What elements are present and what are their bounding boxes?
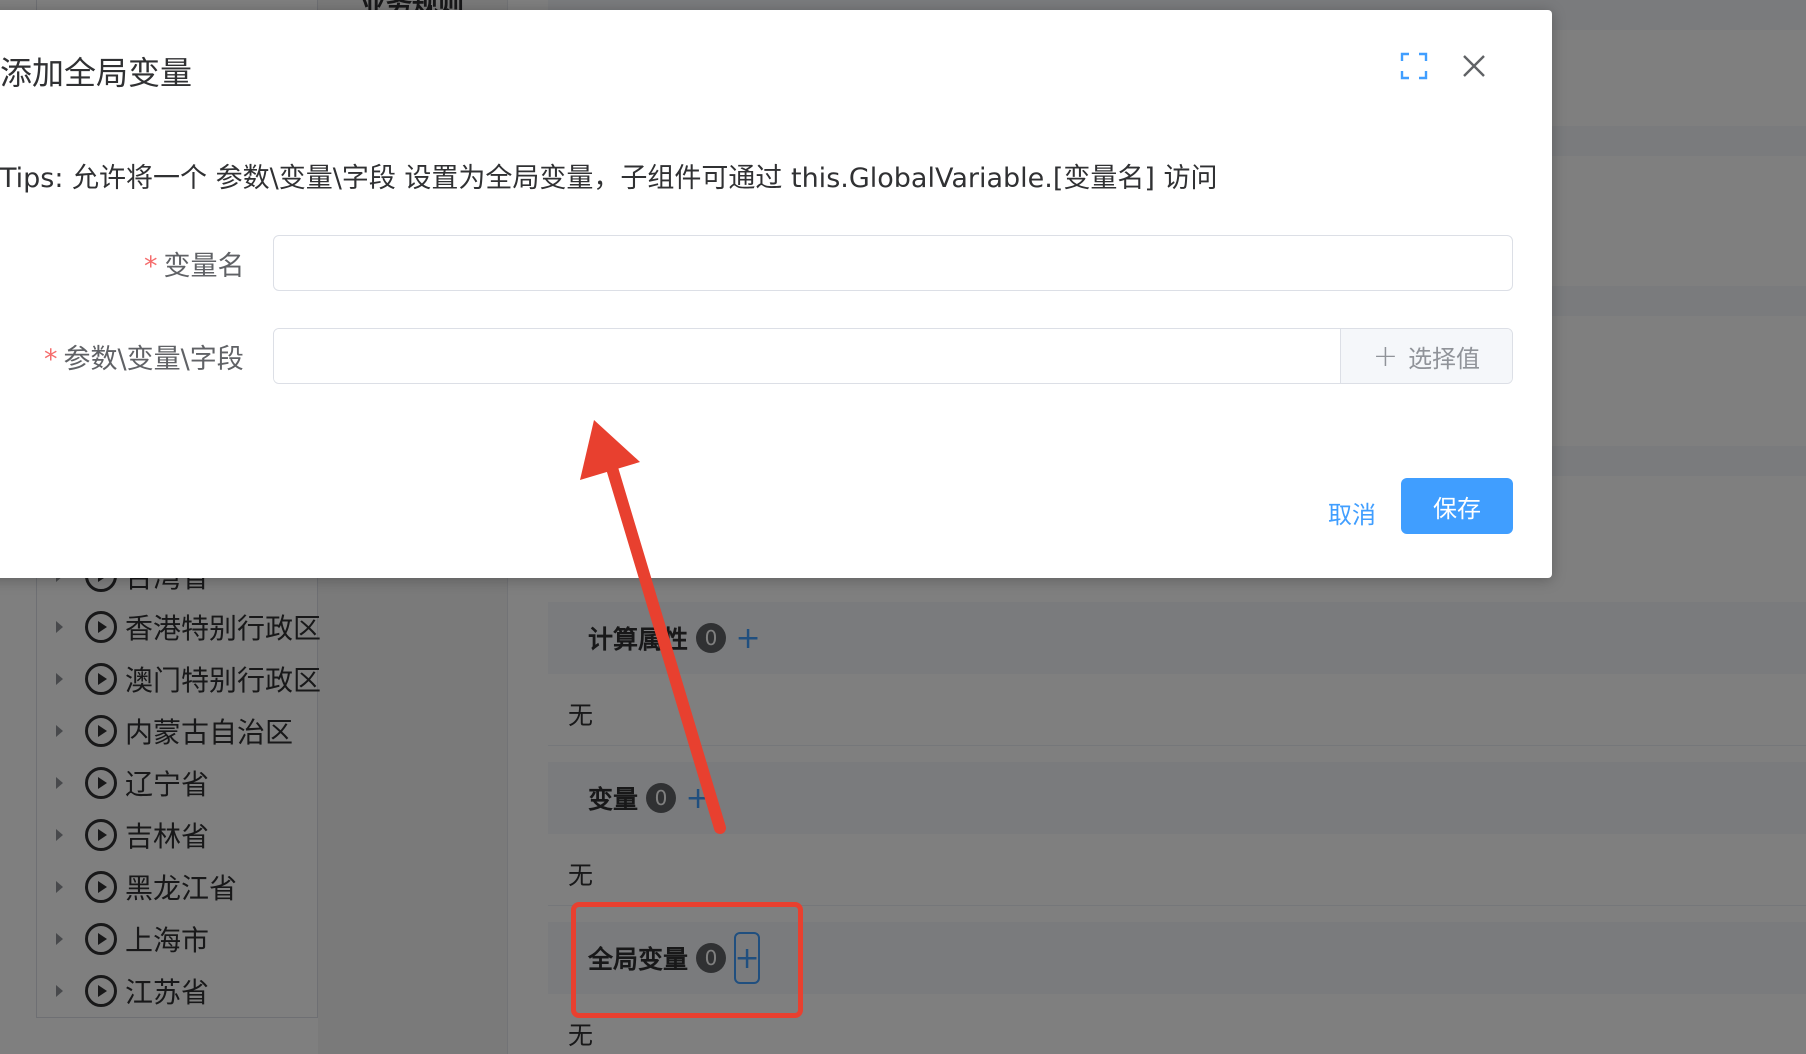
required-mark: *	[144, 251, 158, 282]
source-label: * 参数\变量\字段	[44, 337, 244, 376]
source-input[interactable]	[274, 329, 1340, 383]
var-name-field[interactable]	[273, 235, 1513, 291]
required-mark: *	[44, 344, 58, 375]
highlight-annotation	[571, 902, 803, 1018]
cancel-button[interactable]: 取消	[1316, 484, 1388, 540]
plus-icon: +	[1372, 338, 1399, 374]
add-global-variable-dialog: 添加全局变量 Tips: 允许将一个 参数\变量\字段 设置为全局变量，子组件可…	[0, 10, 1552, 578]
dialog-title: 添加全局变量	[0, 54, 193, 92]
var-name-label-text: 变量名	[163, 251, 245, 282]
var-name-label: * 变量名	[144, 244, 245, 283]
select-value-button[interactable]: + 选择值	[1340, 329, 1512, 383]
save-button[interactable]: 保存	[1401, 478, 1513, 534]
dialog-tip: Tips: 允许将一个 参数\变量\字段 设置为全局变量，子组件可通过 this…	[0, 163, 1218, 194]
select-value-label: 选择值	[1408, 344, 1481, 373]
fullscreen-icon[interactable]	[1400, 52, 1428, 80]
source-label-text: 参数\变量\字段	[63, 344, 244, 375]
var-name-input[interactable]	[274, 236, 1512, 290]
close-icon[interactable]	[1460, 52, 1488, 80]
source-field[interactable]: + 选择值	[273, 328, 1513, 384]
